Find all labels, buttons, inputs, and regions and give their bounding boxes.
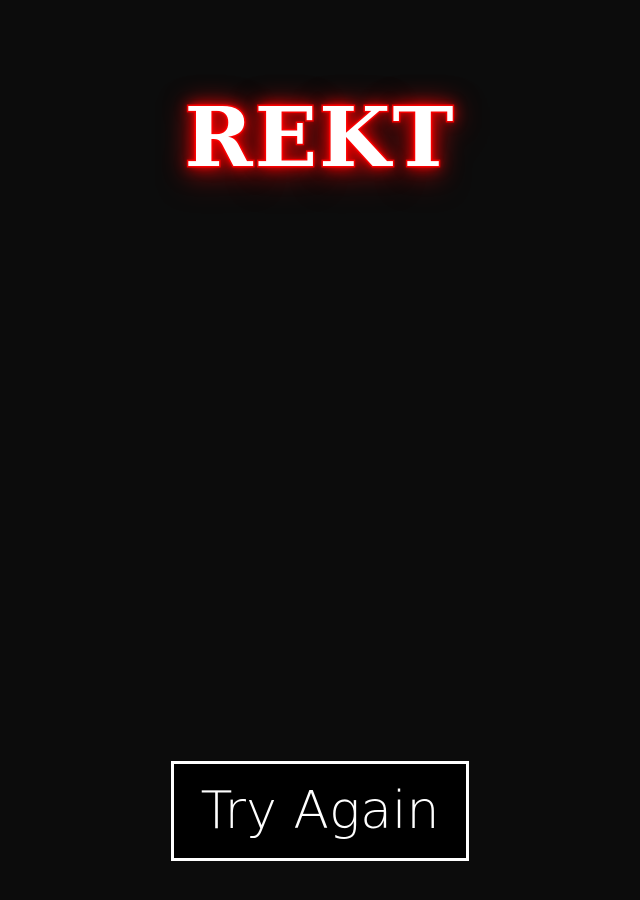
game-over-title: REKT	[183, 89, 456, 188]
try-again-button[interactable]: Try Again	[171, 761, 469, 861]
game-over-screen: REKT Try Again	[0, 0, 640, 900]
